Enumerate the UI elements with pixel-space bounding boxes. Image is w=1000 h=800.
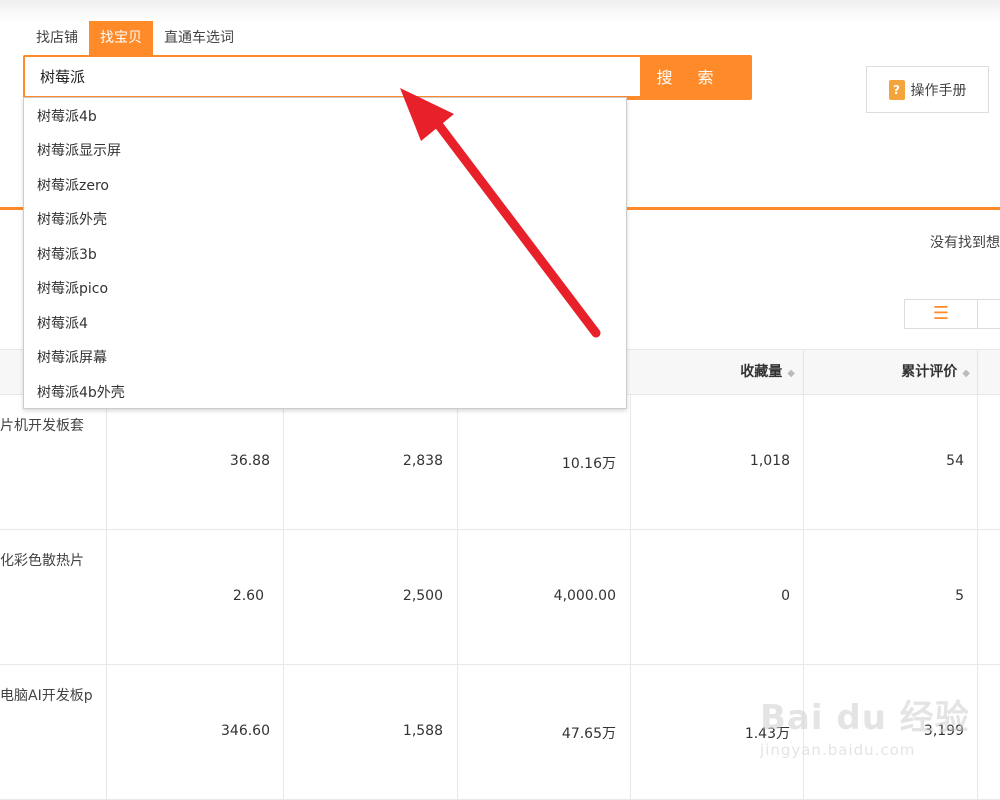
header-reviews[interactable]: 累计评价 ◆ [850, 350, 970, 394]
watermark-logo: Bai du 经验 [760, 698, 970, 738]
item-title-link[interactable]: 片机开发板套 [0, 415, 84, 435]
cell-revenue: 4,000.00 [553, 588, 616, 604]
header-reviews-label: 累计评价 [901, 364, 958, 380]
search-type-tabs: 找店铺 找宝贝 直通车选词 [25, 21, 245, 55]
suggestion-item[interactable]: 树莓派屏幕 [37, 346, 107, 370]
cell-reviews: 5 [955, 588, 964, 604]
suggestion-item[interactable]: 树莓派3b [37, 243, 97, 267]
cell-favorites: 1,018 [749, 453, 790, 469]
manual-button[interactable]: ? 操作手册 [866, 66, 989, 113]
cell-sales: 2,500 [402, 588, 443, 604]
suggestion-item[interactable]: 树莓派pico [37, 277, 108, 301]
header-divider [977, 350, 978, 394]
tab-keyword-select[interactable]: 直通车选词 [153, 21, 245, 55]
cell-divider [283, 530, 284, 664]
cell-reviews: 54 [946, 453, 964, 469]
view-toggle: ☰ [904, 299, 1000, 329]
search-button[interactable]: 搜 索 [628, 55, 752, 100]
cell-divider [630, 665, 631, 799]
cell-divider [106, 530, 107, 664]
suggestion-item[interactable]: 树莓派外壳 [37, 208, 107, 232]
suggestion-item[interactable]: 树莓派4b [37, 105, 97, 129]
cell-divider [977, 530, 978, 664]
suggestion-item[interactable]: 树莓派4b外壳 [37, 381, 125, 405]
tab-find-shop[interactable]: 找店铺 [25, 21, 89, 55]
search-suggestions: 树莓派4b 树莓派显示屏 树莓派zero 树莓派外壳 树莓派3b 树莓派pico… [23, 97, 627, 409]
cell-sales: 2,838 [402, 453, 443, 469]
cell-divider [630, 530, 631, 664]
cell-revenue: 47.65万 [561, 726, 616, 742]
help-book-icon: ? [888, 79, 905, 100]
cell-divider [630, 395, 631, 529]
cell-sales: 1,588 [402, 723, 443, 739]
cell-price: 2.60 [232, 588, 264, 604]
cell-divider [803, 530, 804, 664]
cell-divider [977, 665, 978, 799]
tab-find-item[interactable]: 找宝贝 [89, 21, 153, 55]
cell-divider [106, 665, 107, 799]
search-input[interactable] [25, 57, 640, 96]
cell-price: 36.88 [229, 453, 270, 469]
cell-divider [457, 665, 458, 799]
cell-price: 346.60 [221, 723, 270, 739]
watermark-url: jingyan.baidu.com [760, 741, 916, 759]
header-favorites-label: 收藏量 [740, 364, 783, 380]
table-row: 化彩色散热片 2.60 2,500 4,000.00 0 5 [0, 530, 1000, 665]
suggestion-item[interactable]: 树莓派zero [37, 174, 109, 198]
top-shade [0, 0, 1000, 22]
suggestion-item[interactable]: 树莓派4 [37, 312, 88, 336]
suggestion-item[interactable]: 树莓派显示屏 [37, 139, 121, 163]
manual-label: 操作手册 [910, 82, 967, 99]
list-view-icon[interactable]: ☰ [905, 300, 978, 328]
sort-icon: ◆ [962, 368, 970, 379]
cell-divider [803, 395, 804, 529]
header-divider [803, 350, 804, 394]
cell-revenue: 10.16万 [561, 456, 616, 472]
cell-divider [977, 395, 978, 529]
cell-divider [457, 395, 458, 529]
header-favorites[interactable]: 收藏量 ◆ [700, 350, 795, 394]
item-title-link[interactable]: 电脑AI开发板p [0, 685, 93, 705]
cell-favorites: 0 [781, 588, 790, 604]
table-row: 片机开发板套 36.88 2,838 10.16万 1,018 54 [0, 395, 1000, 530]
cell-divider [457, 530, 458, 664]
cell-divider [283, 395, 284, 529]
search-bar: 搜 索 [23, 55, 752, 100]
item-title-link[interactable]: 化彩色散热片 [0, 550, 84, 570]
cell-divider [283, 665, 284, 799]
cell-divider [106, 395, 107, 529]
baidu-watermark: Bai du 经验 jingyan.baidu.com [760, 690, 970, 759]
not-found-link[interactable]: 没有找到想 [930, 232, 1000, 252]
sort-icon: ◆ [787, 368, 795, 379]
